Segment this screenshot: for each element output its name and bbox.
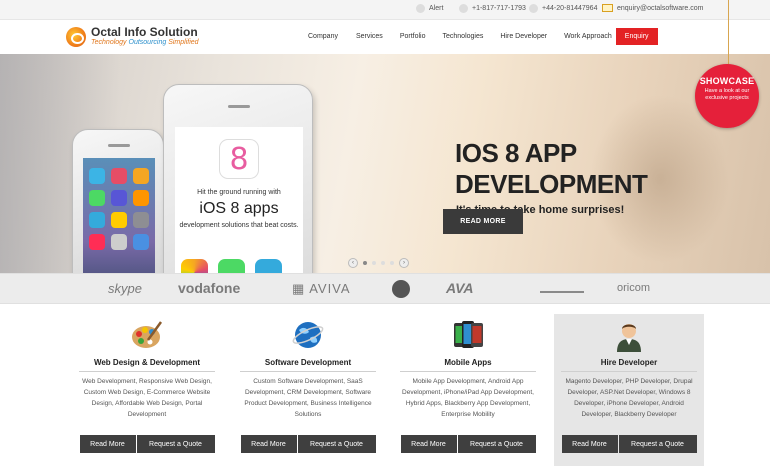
uk-phone[interactable]: +44-20-81447964	[529, 4, 597, 13]
vodafone-logo: vodafone	[178, 280, 241, 296]
slider-next-icon[interactable]: ›	[399, 258, 409, 268]
request-quote-button[interactable]: Request a Quote	[618, 435, 697, 453]
us-phone[interactable]: +1-817-717-1793	[459, 4, 526, 13]
us-flag-icon	[459, 4, 468, 13]
alert-label: Alert	[429, 5, 444, 12]
email-link[interactable]: enquiry@octalsoftware.com	[602, 4, 703, 12]
hero-title-line2: DEVELOPMENT	[455, 169, 648, 199]
read-more-button[interactable]: Read More	[400, 435, 457, 453]
logo-mark-icon	[66, 26, 86, 47]
slider-dot[interactable]	[381, 261, 385, 265]
uk-flag-icon	[529, 4, 538, 13]
service-card-software: Software Development Custom Software Dev…	[233, 314, 383, 466]
alert-link[interactable]: Alert	[416, 4, 443, 13]
ava-logo: AVA	[446, 280, 474, 296]
service-title: Software Development	[264, 358, 352, 367]
showcase-text: Have a look at our exclusive projects	[704, 88, 750, 101]
nav-hire-developer[interactable]: Hire Developer	[500, 28, 547, 45]
hero-title-line1: IOS 8 APP	[455, 138, 577, 168]
skype-logo: skype	[108, 281, 142, 296]
main-nav: Company Services Portfolio Technologies …	[300, 28, 658, 45]
iphone-back-image	[72, 129, 164, 273]
phone-text-line1: Hit the ground running with	[197, 189, 281, 196]
alert-icon	[416, 4, 425, 13]
messages-icon	[218, 259, 245, 273]
service-card-web-design: Web Design & Development Web Development…	[72, 314, 222, 466]
service-card-hire-developer: Hire Developer Magento Developer, PHP De…	[554, 314, 704, 466]
hero-slider: 8 Hit the ground running with iOS 8 apps…	[0, 54, 770, 273]
aviva-logo: ▦ AVIVA	[292, 281, 351, 296]
showcase-title: SHOWCASE	[699, 76, 755, 86]
read-more-button[interactable]: Read More	[561, 435, 618, 453]
slider-pagination: ‹ ›	[348, 258, 409, 268]
nav-services[interactable]: Services	[356, 28, 383, 45]
slider-dot[interactable]	[390, 261, 394, 265]
slider-dot[interactable]	[372, 261, 376, 265]
service-card-mobile-apps: Mobile Apps Mobile App Development, Andr…	[393, 314, 543, 466]
service-description: Custom Software Development, SaaS Develo…	[244, 378, 372, 418]
weather-icon	[255, 259, 282, 273]
nav-technologies[interactable]: Technologies	[443, 28, 484, 45]
nav-company[interactable]: Company	[308, 28, 338, 45]
email-address: enquiry@octalsoftware.com	[617, 4, 704, 12]
client-logos: skype vodafone ▦ AVIVA AVA oricom	[0, 273, 770, 304]
developer-avatar-icon	[617, 324, 641, 352]
hero-read-more-button[interactable]: READ MORE	[443, 209, 523, 234]
request-quote-button[interactable]: Request a Quote	[136, 435, 215, 453]
uk-phone-number: +44-20-81447964	[542, 5, 598, 12]
ios8-icon: 8	[219, 139, 259, 179]
brand-tagline: Technology Outsourcing Simplified	[91, 39, 199, 46]
oricom-logo: oricom	[617, 282, 651, 294]
us-phone-number: +1-817-717-1793	[472, 5, 526, 12]
enquiry-button[interactable]: Enquiry	[615, 28, 658, 45]
service-title: Hire Developer	[600, 358, 658, 367]
request-quote-button[interactable]: Request a Quote	[457, 435, 536, 453]
request-quote-button[interactable]: Request a Quote	[297, 435, 376, 453]
service-title: Mobile Apps	[444, 358, 492, 367]
logo[interactable]: Octal Info Solution Technology Outsourci…	[66, 26, 199, 47]
service-description: Magento Developer, PHP Developer, Drupal…	[565, 378, 693, 418]
nav-portfolio[interactable]: Portfolio	[400, 28, 426, 45]
showcase-string	[728, 0, 729, 68]
top-contact-bar: Alert +1-817-717-1793 +44-20-81447964 en…	[0, 0, 770, 20]
mail-icon	[602, 4, 613, 12]
globe-icon	[292, 322, 324, 348]
photos-icon	[181, 259, 208, 273]
iphone-front-image: 8 Hit the ground running with iOS 8 apps…	[163, 84, 313, 273]
phone-text-line3: development solutions that beat costs.	[179, 222, 299, 229]
service-title: Web Design & Development	[93, 358, 201, 367]
slider-prev-icon[interactable]: ‹	[348, 258, 358, 268]
round-client-logo	[392, 280, 410, 298]
read-more-button[interactable]: Read More	[240, 435, 297, 453]
site-header: Octal Info Solution Technology Outsourci…	[0, 20, 770, 54]
client-logo	[540, 284, 584, 293]
phone-text-line2: iOS 8 apps	[199, 200, 279, 217]
service-description: Web Development, Responsive Web Design, …	[82, 378, 212, 418]
smartphones-icon	[454, 321, 483, 348]
showcase-badge[interactable]: SHOWCASE Have a look at our exclusive pr…	[695, 64, 759, 128]
brand-name: Octal Info Solution	[91, 25, 198, 39]
service-description: Mobile App Development, Android App Deve…	[402, 378, 534, 418]
slider-dot[interactable]	[363, 261, 367, 265]
read-more-button[interactable]: Read More	[79, 435, 136, 453]
palette-icon	[132, 321, 163, 348]
nav-work-approach[interactable]: Work Approach	[564, 28, 612, 45]
